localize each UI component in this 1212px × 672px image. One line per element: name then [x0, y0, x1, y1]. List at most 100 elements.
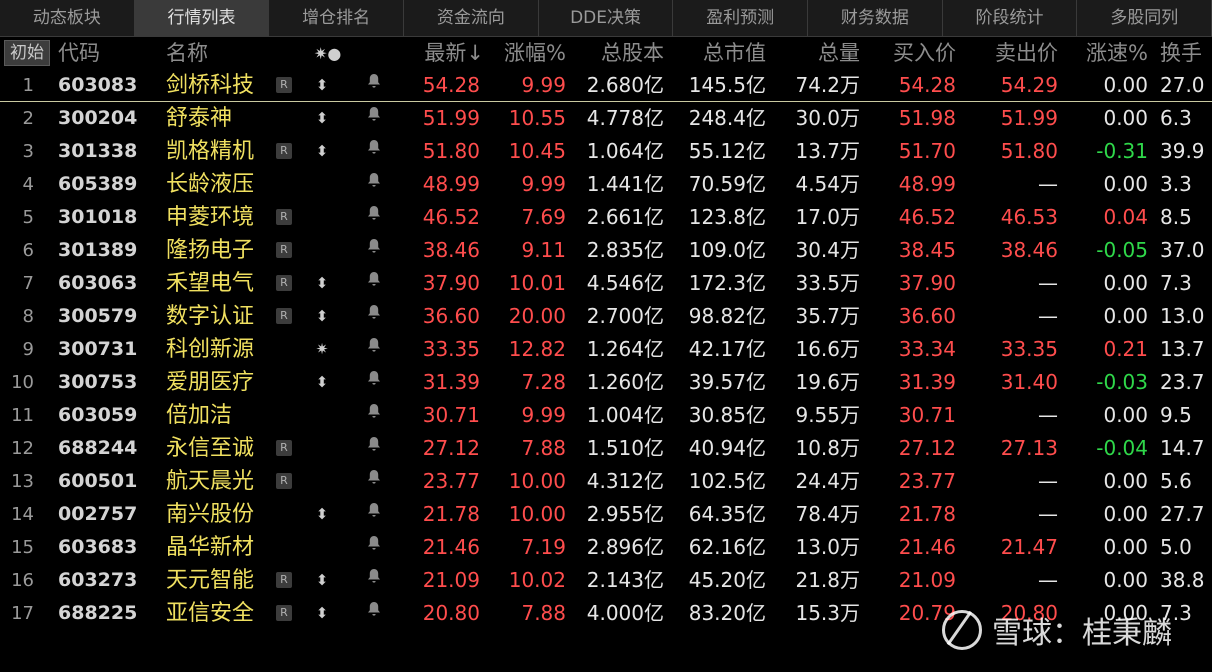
col-header-bid[interactable]: 买入价 [868, 37, 956, 69]
bell-icon[interactable] [364, 168, 384, 201]
speed-percent: 0.00 [1103, 172, 1148, 196]
updown-flag-icon: ⬍ [315, 373, 329, 391]
total-shares: 1.264亿 [586, 337, 664, 361]
table-row[interactable]: 12 688244 永信至诚 27.12 7.88 1.510亿 40.94亿 10.8万 27… [0, 432, 1212, 465]
bell-icon[interactable] [364, 201, 384, 234]
stock-name: 爱朋医疗 [166, 370, 255, 395]
ask-price: — [1038, 403, 1058, 427]
stock-name: 禾望电气 [166, 271, 255, 296]
table-row[interactable]: 11 603059 倍加洁 30.71 9.99 1.004亿 30.85亿 9.55万 30.… [0, 399, 1212, 432]
bell-icon[interactable] [364, 69, 384, 102]
table-row[interactable]: 4 605389 长龄液压 48.99 9.99 1.441亿 70.59亿 4.54万 48.… [0, 168, 1212, 201]
market-cap: 109.0亿 [688, 238, 766, 262]
bell-icon[interactable] [364, 267, 384, 300]
tab-5[interactable]: 盈利预测 [673, 0, 809, 36]
bell-icon[interactable] [364, 465, 384, 498]
bell-icon[interactable] [364, 135, 384, 168]
col-header-volume[interactable]: 总量 [776, 37, 860, 69]
market-cap: 70.59亿 [688, 172, 766, 196]
stock-code: 301018 [58, 206, 138, 228]
col-header-speed[interactable]: 涨速% [1066, 37, 1148, 69]
reset-columns-button[interactable]: 初始 [4, 40, 50, 66]
stock-code: 300753 [58, 371, 138, 393]
tab-2[interactable]: 增仓排名 [269, 0, 405, 36]
row-index: 8 [22, 306, 34, 327]
table-row[interactable]: 2 300204 舒泰神 51.99 10.55 4.778亿 248.4亿 30.0万 51.… [0, 102, 1212, 135]
tab-8[interactable]: 多股同列 [1077, 0, 1212, 36]
row-index: 3 [22, 141, 34, 162]
table-row[interactable]: 15 603683 晶华新材 21.46 7.19 2.896亿 62.16亿 13.0万 21… [0, 531, 1212, 564]
tab-1[interactable]: 行情列表 [134, 0, 270, 36]
change-percent: 7.19 [521, 535, 566, 559]
col-header-name[interactable]: 名称 [166, 37, 208, 69]
market-cap: 40.94亿 [688, 436, 766, 460]
tab-4[interactable]: DDE决策 [539, 0, 674, 36]
bell-icon[interactable] [364, 300, 384, 333]
r-badge-icon: R [276, 143, 292, 159]
r-badge-icon: R [276, 308, 292, 324]
tab-0[interactable]: 动态板块 [0, 0, 135, 36]
tab-3[interactable]: 资金流向 [404, 0, 539, 36]
turnover: 5.0 [1160, 535, 1192, 559]
bell-icon[interactable] [364, 531, 384, 564]
col-header-change[interactable]: 涨幅% [486, 37, 566, 69]
row-index: 4 [22, 174, 34, 195]
table-row[interactable]: 9 300731 科创新源 33.35 12.82 1.264亿 42.17亿 16.6万 33… [0, 333, 1212, 366]
last-price: 20.80 [422, 601, 480, 625]
bell-icon[interactable] [364, 432, 384, 465]
bell-icon[interactable] [364, 399, 384, 432]
col-header-turnover[interactable]: 换手 [1160, 37, 1202, 69]
table-row[interactable]: 16 603273 天元智能 21.09 10.02 2.143亿 45.20亿 21.8万 2… [0, 564, 1212, 597]
total-shares: 1.004亿 [586, 403, 664, 427]
table-row[interactable]: 14 002757 南兴股份 21.78 10.00 2.955亿 64.35亿 78.4万 2… [0, 498, 1212, 531]
volume: 78.4万 [795, 502, 860, 526]
bid-price: 51.70 [898, 139, 956, 163]
change-percent: 9.99 [521, 73, 566, 97]
table-row[interactable]: 3 301338 凯格精机 51.80 10.45 1.064亿 55.12亿 13.7万 51… [0, 135, 1212, 168]
tab-7[interactable]: 阶段统计 [943, 0, 1078, 36]
stock-name: 申菱环境 [166, 205, 255, 230]
table-row[interactable]: 1 603083 剑桥科技 54.28 9.99 2.680亿 145.5亿 74.2万 54.… [0, 69, 1212, 102]
stock-name: 科创新源 [166, 337, 255, 362]
updown-flag-icon: ⬍ [315, 76, 329, 94]
last-price: 48.99 [422, 172, 480, 196]
updown-flag-icon: ⬍ [315, 571, 329, 589]
col-header-market-cap[interactable]: 总市值 [672, 37, 766, 69]
bell-icon[interactable] [364, 597, 384, 630]
col-header-ask[interactable]: 卖出价 [964, 37, 1058, 69]
col-header-last[interactable]: 最新↓ [400, 37, 484, 69]
tab-6[interactable]: 财务数据 [808, 0, 943, 36]
volume: 24.4万 [795, 469, 860, 493]
speed-percent: -0.03 [1096, 370, 1148, 394]
table-row[interactable]: 6 301389 隆扬电子 38.46 9.11 2.835亿 109.0亿 30.4万 38.… [0, 234, 1212, 267]
xueqiu-logo-icon [942, 610, 982, 650]
ask-price: 38.46 [1000, 238, 1058, 262]
market-cap: 172.3亿 [688, 271, 766, 295]
table-row[interactable]: 13 600501 航天晨光 23.77 10.00 4.312亿 102.5亿 24.4万 2… [0, 465, 1212, 498]
volume: 9.55万 [795, 403, 860, 427]
table-row[interactable]: 10 300753 爱朋医疗 31.39 7.28 1.260亿 39.57亿 19.6万 31… [0, 366, 1212, 399]
bell-icon[interactable] [364, 234, 384, 267]
bell-icon[interactable] [364, 333, 384, 366]
row-index: 16 [11, 570, 34, 591]
bell-icon[interactable] [364, 366, 384, 399]
updown-flag-icon: ⬍ [315, 109, 329, 127]
col-header-flags[interactable]: ✷● [314, 37, 341, 69]
speed-percent: 0.04 [1103, 205, 1148, 229]
bell-icon[interactable] [364, 498, 384, 531]
ask-price: 27.13 [1000, 436, 1058, 460]
col-header-total-shares[interactable]: 总股本 [574, 37, 664, 69]
table-row[interactable]: 7 603063 禾望电气 37.90 10.01 4.546亿 172.3亿 33.5万 37… [0, 267, 1212, 300]
volume: 30.0万 [795, 106, 860, 130]
last-price: 21.46 [422, 535, 480, 559]
bid-price: 30.71 [898, 403, 956, 427]
ask-price: — [1038, 172, 1058, 196]
table-row[interactable]: 5 301018 申菱环境 46.52 7.69 2.661亿 123.8亿 17.0万 46.… [0, 201, 1212, 234]
stock-code: 603273 [58, 569, 138, 591]
speed-percent: 0.00 [1103, 502, 1148, 526]
bell-icon[interactable] [364, 102, 384, 135]
table-row[interactable]: 8 300579 数字认证 36.60 20.00 2.700亿 98.82亿 35.7万 36… [0, 300, 1212, 333]
col-header-code[interactable]: 代码 [58, 37, 100, 69]
bell-icon[interactable] [364, 564, 384, 597]
turnover: 38.8 [1160, 568, 1205, 592]
